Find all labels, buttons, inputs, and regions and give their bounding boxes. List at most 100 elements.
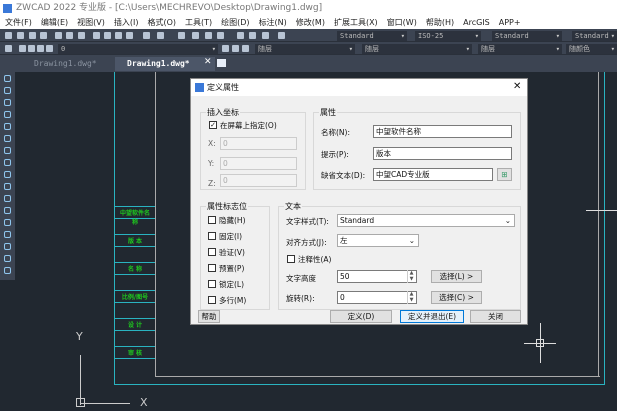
y-input[interactable]: 0 bbox=[220, 157, 297, 170]
insert-field-button[interactable]: ⊞ bbox=[497, 168, 512, 181]
draw-tool-icon[interactable] bbox=[4, 183, 11, 190]
name-input[interactable]: 中望软件名称 bbox=[373, 125, 512, 138]
draw-tool-icon[interactable] bbox=[4, 195, 11, 202]
toolbar-icon[interactable] bbox=[217, 32, 224, 39]
flag-checkbox[interactable] bbox=[208, 280, 216, 288]
layer-tool-icon[interactable] bbox=[46, 45, 53, 52]
toolbar-icon[interactable] bbox=[55, 32, 62, 39]
text-style-select[interactable]: Standard ⌄ bbox=[337, 214, 515, 227]
draw-tool-icon[interactable] bbox=[4, 243, 11, 250]
draw-tool-icon[interactable] bbox=[4, 159, 11, 166]
menu-item[interactable]: 插入(I) bbox=[114, 17, 139, 29]
menu-item[interactable]: 扩展工具(X) bbox=[334, 17, 378, 29]
define-button[interactable]: 定义(D) bbox=[330, 310, 392, 323]
draw-tool-icon[interactable] bbox=[4, 111, 11, 118]
multileader-style-select[interactable]: Standard bbox=[572, 31, 617, 41]
layer-tool-icon[interactable] bbox=[19, 45, 26, 52]
menu-item[interactable]: 编辑(E) bbox=[41, 17, 68, 29]
toolbar-icon[interactable] bbox=[237, 32, 244, 39]
flag-checkbox[interactable] bbox=[208, 264, 216, 272]
toolbar-icon[interactable] bbox=[157, 32, 164, 39]
new-tab-icon[interactable] bbox=[217, 59, 226, 67]
justify-select[interactable]: 左 ⌄ bbox=[337, 234, 419, 247]
layer-tool-icon[interactable] bbox=[5, 45, 12, 52]
toolbar-icon[interactable] bbox=[115, 32, 122, 39]
menu-item[interactable]: 修改(M) bbox=[296, 17, 325, 29]
draw-tool-icon[interactable] bbox=[4, 171, 11, 178]
toolbar-icon[interactable] bbox=[78, 32, 85, 39]
menu-item[interactable]: 格式(O) bbox=[147, 17, 176, 29]
layer-tool-icon[interactable] bbox=[222, 45, 229, 52]
flag-checkbox[interactable] bbox=[208, 232, 216, 240]
menu-item[interactable]: 标注(N) bbox=[259, 17, 287, 29]
menu-item[interactable]: 窗口(W) bbox=[387, 17, 417, 29]
define-exit-button[interactable]: 定义并退出(E) bbox=[400, 310, 464, 323]
text-style-select[interactable]: Standard bbox=[337, 31, 407, 41]
draw-tool-icon[interactable] bbox=[4, 123, 11, 130]
close-tab-icon[interactable]: ✕ bbox=[204, 57, 212, 67]
toolbar-icon[interactable] bbox=[278, 32, 285, 39]
toolbar-icon[interactable] bbox=[249, 32, 256, 39]
x-input[interactable]: 0 bbox=[220, 137, 297, 150]
menu-item[interactable]: 绘图(D) bbox=[221, 17, 249, 29]
toolbar-icon[interactable] bbox=[205, 32, 212, 39]
toolbar-icon[interactable] bbox=[66, 32, 73, 39]
draw-tool-icon[interactable] bbox=[4, 135, 11, 142]
flag-checkbox[interactable] bbox=[208, 296, 216, 304]
height-input[interactable]: 50 bbox=[337, 270, 417, 283]
menu-item[interactable]: ArcGIS bbox=[463, 17, 490, 29]
layer-select[interactable]: 0 bbox=[58, 44, 218, 54]
layer-tool-icon[interactable] bbox=[37, 45, 44, 52]
menu-item[interactable]: 工具(T) bbox=[185, 17, 212, 29]
draw-tool-icon[interactable] bbox=[4, 255, 11, 262]
rotation-spinner[interactable]: ▲ ▼ bbox=[407, 291, 415, 304]
draw-tool-icon[interactable] bbox=[4, 231, 11, 238]
close-button[interactable]: 关闭 bbox=[470, 310, 521, 323]
draw-tool-icon[interactable] bbox=[4, 219, 11, 226]
draw-tool-icon[interactable] bbox=[4, 207, 11, 214]
lineweight-select[interactable]: 随层 bbox=[478, 44, 562, 54]
draw-tool-icon[interactable] bbox=[4, 87, 11, 94]
layer-tool-icon[interactable] bbox=[232, 45, 239, 52]
toolbar-icon[interactable] bbox=[126, 32, 133, 39]
toolbar-icon[interactable] bbox=[5, 32, 12, 39]
rotation-input[interactable]: 0 bbox=[337, 291, 417, 304]
help-button[interactable]: 帮助 bbox=[198, 310, 220, 323]
dim-style-select[interactable]: ISO-25 bbox=[415, 31, 481, 41]
default-input[interactable]: 中望CAD专业版 bbox=[373, 168, 493, 181]
prompt-input[interactable]: 版本 bbox=[373, 147, 512, 160]
table-style-select[interactable]: Standard bbox=[492, 31, 562, 41]
menu-item[interactable]: 文件(F) bbox=[5, 17, 32, 29]
flag-checkbox[interactable] bbox=[208, 248, 216, 256]
annotative-checkbox[interactable] bbox=[287, 255, 295, 263]
height-spinner[interactable]: ▲ ▼ bbox=[407, 270, 415, 283]
toolbar-icon[interactable] bbox=[29, 32, 36, 39]
menu-item[interactable]: 视图(V) bbox=[77, 17, 105, 29]
pick-rotation-button[interactable]: 选择(C) > bbox=[431, 291, 482, 304]
linetype-select[interactable]: 随层 bbox=[362, 44, 472, 54]
draw-tool-icon[interactable] bbox=[4, 75, 11, 82]
menu-item[interactable]: APP+ bbox=[499, 17, 521, 29]
tab-drawing1-active[interactable]: Drawing1.dwg* bbox=[115, 57, 215, 71]
menu-item[interactable]: 帮助(H) bbox=[426, 17, 454, 29]
color-select[interactable]: 随层 bbox=[255, 44, 355, 54]
layer-tool-icon[interactable] bbox=[242, 45, 249, 52]
draw-tool-icon[interactable] bbox=[4, 147, 11, 154]
toolbar-icon[interactable] bbox=[93, 32, 100, 39]
draw-tool-icon[interactable] bbox=[4, 267, 11, 274]
toolbar-icon[interactable] bbox=[262, 32, 269, 39]
draw-tool-icon[interactable] bbox=[4, 99, 11, 106]
tab-drawing1-inactive[interactable]: Drawing1.dwg* bbox=[22, 57, 127, 71]
toolbar-icon[interactable] bbox=[40, 32, 47, 39]
toolbar-icon[interactable] bbox=[143, 32, 150, 39]
toolbar-icon[interactable] bbox=[104, 32, 111, 39]
layer-tool-icon[interactable] bbox=[28, 45, 35, 52]
close-icon[interactable]: ✕ bbox=[513, 81, 521, 92]
toolbar-icon[interactable] bbox=[178, 32, 185, 39]
z-input[interactable]: 0 bbox=[220, 174, 297, 187]
toolbar-icon[interactable] bbox=[192, 32, 199, 39]
flag-checkbox[interactable] bbox=[208, 216, 216, 224]
pick-height-button[interactable]: 选择(L) > bbox=[431, 270, 482, 283]
plotstyle-select[interactable]: 随颜色 bbox=[566, 44, 617, 54]
on-screen-checkbox[interactable]: ✓ bbox=[209, 121, 217, 129]
